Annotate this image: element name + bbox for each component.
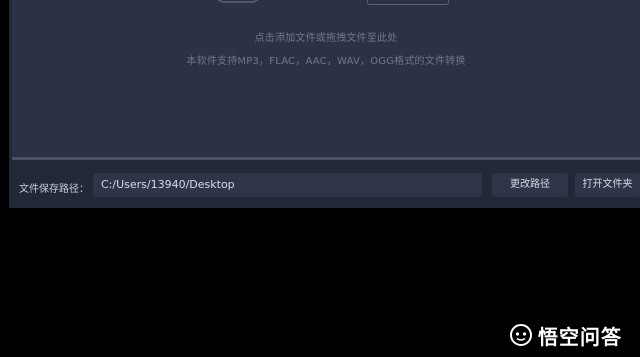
add-file-button-outline[interactable] bbox=[367, 0, 449, 5]
file-drop-zone[interactable]: 点击添加文件或拖拽文件至此处 本软件支持MP3，FLAC，AAC，WAV，OGG… bbox=[12, 0, 640, 160]
converter-window: 点击添加文件或拖拽文件至此处 本软件支持MP3，FLAC，AAC，WAV，OGG… bbox=[9, 0, 640, 208]
open-folder-button[interactable]: 打开文件夹 bbox=[575, 173, 640, 197]
supported-formats-text: 本软件支持MP3，FLAC，AAC，WAV，OGG格式的文件转换 bbox=[186, 56, 466, 67]
folder-icon bbox=[217, 0, 259, 3]
drop-hint-text: 点击添加文件或拖拽文件至此处 bbox=[254, 33, 398, 44]
watermark-text: 悟空问答 bbox=[538, 324, 622, 349]
change-path-button[interactable]: 更改路径 bbox=[492, 173, 568, 197]
watermark: 悟空问答 bbox=[510, 322, 622, 349]
save-path-input[interactable]: C:/Users/13940/Desktop bbox=[93, 173, 482, 197]
save-path-bar: 文件保存路径： C:/Users/13940/Desktop 更改路径 打开文件… bbox=[9, 160, 640, 208]
save-path-label: 文件保存路径： bbox=[19, 184, 89, 195]
wukong-logo-icon bbox=[510, 324, 532, 346]
